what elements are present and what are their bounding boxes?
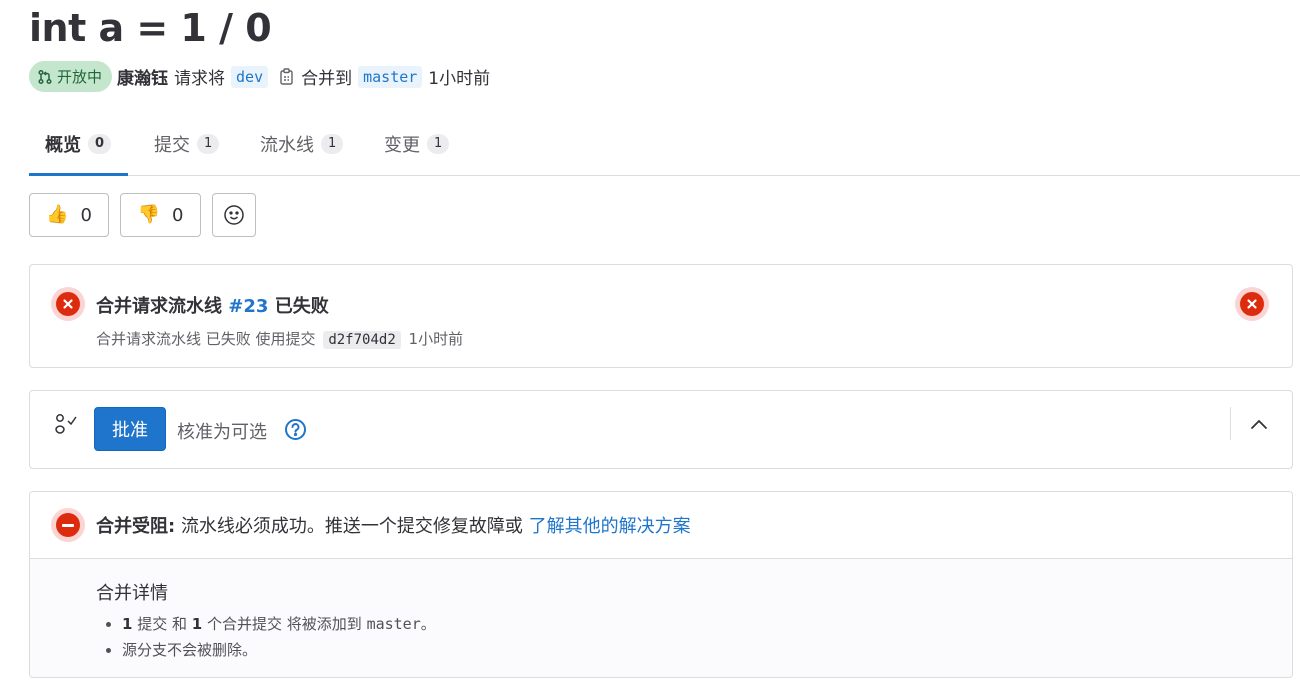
tab-label: 变更 [384,134,420,156]
merge-blocked-icon [51,508,85,542]
question-icon[interactable] [284,418,307,441]
merge-blocked-label: 合并受阻: [96,516,176,537]
commit-sha-link[interactable]: d2f704d2 [323,331,401,349]
mr-meta: 开放中 康瀚钰 请求将 dev 合并到 master 1小时前 [29,60,490,93]
tab-commits[interactable]: 提交 1 [154,112,220,175]
tab-pipelines[interactable]: 流水线 1 [260,112,344,175]
merge-blocked-header: 合并受阻: 流水线必须成功。推送一个提交修复故障或 了解其他的解决方案 [30,492,1292,559]
merge-details-title: 合并详情 [96,583,168,604]
merge-blocked-message: 合并受阻: 流水线必须成功。推送一个提交修复故障或 了解其他的解决方案 [96,512,691,538]
thumbs-up-button[interactable]: 👍 0 [29,193,109,237]
list-item: 源分支不会被删除。 [106,637,436,663]
pipeline-title: 合并请求流水线 #23 已失败 [96,292,329,318]
approval-icon [55,414,77,434]
source-branch[interactable]: dev [231,65,269,88]
pipeline-id-link[interactable]: #23 [228,296,268,317]
merge-into-text: 合并到 [301,69,353,89]
approval-card: 批准 核准为可选 [29,390,1293,469]
detail-text: 个合并提交 将被添加到 [207,615,362,633]
merge-blocked-reason: 流水线必须成功。推送一个提交修复故障或 [180,516,523,537]
tab-count: 1 [427,133,450,154]
copy-branch-icon[interactable] [279,67,295,86]
thumbs-down-button[interactable]: 👎 0 [120,193,201,237]
target-branch-name: master [366,615,421,633]
divider [1230,407,1231,440]
learn-more-link[interactable]: 了解其他的解决方案 [529,516,691,537]
approve-button[interactable]: 批准 [94,407,166,451]
time-ago: 1小时前 [428,69,491,89]
tab-count: 1 [321,133,344,154]
tab-label: 流水线 [260,134,314,156]
merge-status-card: 合并受阻: 流水线必须成功。推送一个提交修复故障或 了解其他的解决方案 合并详情… [29,491,1293,678]
thumbs-up-count: 0 [80,204,92,226]
tab-count: 0 [88,133,112,154]
page-title: int a = 1 / 0 [29,6,272,50]
pipeline-failed-icon[interactable] [1235,287,1269,321]
merge-commit-count: 1 [191,615,203,633]
thumbs-down-count: 0 [171,204,184,226]
pipeline-time: 1小时前 [408,330,464,348]
pipeline-status-card: 合并请求流水线 #23 已失败 合并请求流水线 已失败 使用提交 d2f704d… [29,264,1293,368]
thumbs-up-icon: 👍 [46,204,69,225]
merge-details-list: 1 提交 和 1 个合并提交 将被添加到 master。 源分支不会被删除。 [106,611,436,663]
detail-text: 提交 和 [137,615,187,633]
detail-end: 。 [420,615,436,633]
tab-label: 概览 [45,134,81,156]
pipeline-title-suffix: 已失败 [274,296,329,317]
smiley-icon [224,205,244,225]
tab-overview[interactable]: 概览 0 [28,112,129,176]
chevron-up-icon[interactable] [1247,413,1271,437]
merge-details: 合并详情 1 提交 和 1 个合并提交 将被添加到 master。 源分支不会被… [30,559,1292,677]
approval-optional-text: 核准为可选 [177,422,267,443]
commit-count: 1 [122,615,133,633]
pipeline-title-prefix: 合并请求流水线 [96,296,222,317]
tab-count: 1 [197,133,220,154]
merge-request-open-icon [38,69,52,84]
status-badge: 开放中 [29,61,113,92]
target-branch[interactable]: master [358,65,423,88]
add-reaction-button[interactable] [212,193,256,237]
tab-label: 提交 [154,134,190,156]
tab-changes[interactable]: 变更 1 [384,112,450,175]
mr-tabs: 概览 0 提交 1 流水线 1 变更 1 [28,112,1300,176]
list-item: 1 提交 和 1 个合并提交 将被添加到 master。 [106,611,436,637]
status-badge-label: 开放中 [57,68,103,86]
author-name[interactable]: 康瀚钰 [117,64,168,89]
request-text: 请求将 [174,69,226,89]
pipeline-failed-icon[interactable] [51,287,85,321]
pipeline-sub-prefix: 合并请求流水线 已失败 使用提交 [96,330,316,348]
thumbs-down-icon: 👎 [137,204,160,225]
pipeline-subtitle: 合并请求流水线 已失败 使用提交 d2f704d2 1小时前 [96,328,463,349]
